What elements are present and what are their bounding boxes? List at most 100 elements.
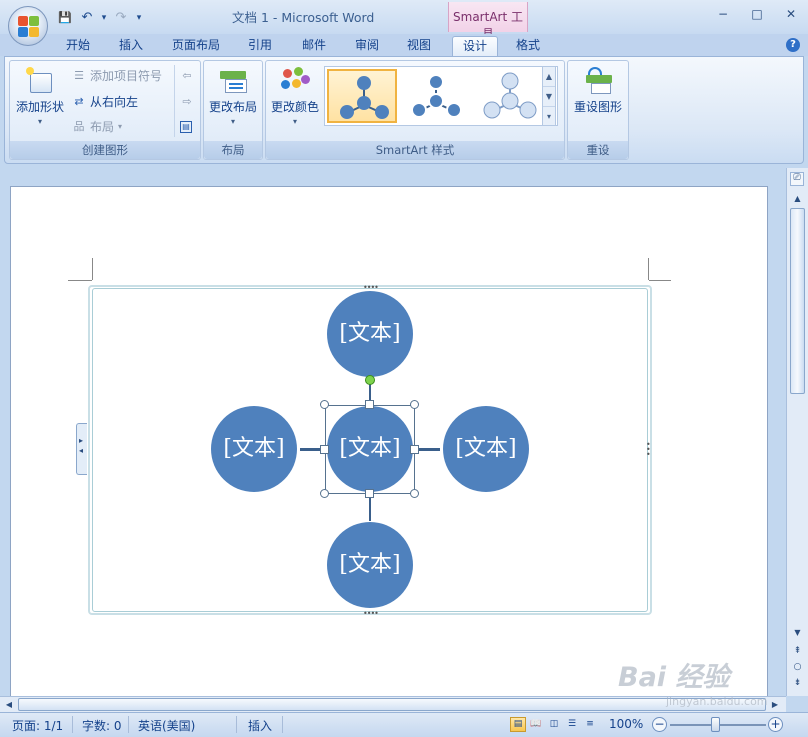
zoom-slider-thumb[interactable] [711,717,720,732]
tab-review[interactable]: 审阅 [347,36,387,56]
demote-button[interactable]: ⇨ [180,93,194,111]
next-page-button[interactable]: ⇟ [790,676,805,690]
right-to-left-label: 从右向左 [90,95,139,109]
undo-dropdown-icon[interactable]: ▾ [100,10,108,26]
crop-mark [648,258,649,280]
full-screen-reading-view-icon[interactable]: 📖 [528,717,544,732]
smartart-style-gallery [324,66,558,126]
help-icon[interactable]: ? [786,38,800,52]
resize-handle-nw[interactable] [320,400,329,409]
close-button[interactable]: ✕ [774,7,808,25]
shape-top[interactable]: [文本] [327,291,413,377]
vertical-scrollbar[interactable]: ⎚ ▲ ▼ ⇞ ○ ⇟ [786,168,808,696]
ruler-toggle-icon[interactable]: ⎚ [790,172,804,186]
scroll-right-button[interactable]: ▶ [768,698,782,711]
create-graphic-group-label: 创建图形 [10,141,200,159]
zoom-in-button[interactable]: + [768,717,783,732]
style-preview-icon [411,74,462,118]
right-to-left-button[interactable]: ⇄ 从右向左 [72,93,138,111]
frame-handle-right[interactable]: • • • [646,441,651,459]
shape-right[interactable]: [文本] [443,406,529,492]
style-thumbnail-white-outline[interactable] [401,69,471,123]
word-count[interactable]: 字数: 0 [82,717,122,734]
smartart-tools-title: SmartArt 工具 [448,2,528,41]
shape-bottom[interactable]: [文本] [327,522,413,608]
scroll-up-button[interactable]: ▲ [790,192,805,206]
resize-handle-n[interactable] [365,400,374,409]
layout-button[interactable]: 品 布局 ▾ [72,118,123,136]
create-graphic-group: 添加形状 ▾ ☰ 添加项目符号 ⇄ 从右向左 品 布局 ▾ ⇦ ⇨ ▤ 创建图形 [9,60,201,160]
page-count[interactable]: 页面: 1/1 [12,717,63,734]
shape-left[interactable]: [文本] [211,406,297,492]
select-browse-object-button[interactable]: ○ [790,660,805,674]
gallery-more-button[interactable]: ▾ [543,107,555,127]
swap-arrows-icon: ⇄ [74,95,84,108]
print-layout-view-icon[interactable]: ▤ [510,717,526,732]
add-bullet-label: 添加项目符号 [90,69,163,83]
scroll-left-button[interactable]: ◀ [2,698,16,711]
resize-handle-sw[interactable] [320,489,329,498]
gallery-down-button[interactable]: ▼ [543,87,555,107]
style-thumbnail-simple[interactable] [327,69,397,123]
change-colors-button[interactable]: 更改颜色 ▾ [268,67,322,126]
text-pane-icon: ▤ [180,121,192,133]
frame-handle-bottom[interactable]: •••• [363,609,379,618]
tab-home[interactable]: 开始 [58,36,98,56]
promote-button[interactable]: ⇦ [180,67,194,85]
rotate-handle[interactable] [365,375,375,385]
office-button[interactable] [8,6,48,46]
reset-graphic-icon [582,67,614,95]
office-logo-icon [18,16,40,38]
scroll-down-button[interactable]: ▼ [790,626,805,640]
maximize-button[interactable]: □ [740,7,774,25]
add-shape-button[interactable]: 添加形状 ▾ [12,67,68,126]
language-indicator[interactable]: 英语(美国) [138,717,195,734]
previous-page-button[interactable]: ⇞ [790,644,805,658]
demote-arrow-icon: ⇨ [182,95,192,108]
web-layout-view-icon[interactable]: ◫ [546,717,562,732]
resize-handle-e[interactable] [410,445,419,454]
tab-insert[interactable]: 插入 [111,36,151,56]
style-thumbnail-subtle[interactable] [475,69,545,123]
org-chart-icon: 品 [73,120,85,133]
tab-design[interactable]: 设计 [452,36,498,56]
zoom-out-button[interactable]: − [652,717,667,732]
redo-icon[interactable]: ↷ [112,10,130,26]
zoom-level[interactable]: 100% [609,717,643,731]
tab-mailings[interactable]: 邮件 [294,36,334,56]
scroll-thumb[interactable] [790,208,805,394]
resize-handle-ne[interactable] [410,400,419,409]
status-bar: 页面: 1/1 字数: 0 英语(美国) 插入 ▤ 📖 ◫ ☰ ≡ 100% −… [0,712,808,737]
reset-graphic-button[interactable]: 重设图形 [570,67,626,115]
bullet-list-icon: ☰ [74,69,84,82]
watermark-url: jingyan.baidu.com [666,695,768,708]
text-pane-toggle[interactable]: ▸ ◂ [76,423,87,475]
ribbon-tabs: 开始 插入 页面布局 引用 邮件 审阅 视图 设计 格式 [0,34,808,56]
draft-view-icon[interactable]: ≡ [582,717,598,732]
customize-qat-icon[interactable]: ▾ [134,10,144,26]
separator [72,716,73,733]
gallery-up-button[interactable]: ▲ [543,67,555,87]
separator [282,716,283,733]
add-bullet-button[interactable]: ☰ 添加项目符号 [72,67,162,85]
undo-icon[interactable]: ↶ [78,10,96,26]
resize-handle-s[interactable] [365,489,374,498]
resize-handle-w[interactable] [320,445,329,454]
layout-label: 布局 [90,120,115,134]
save-icon[interactable]: 💾 [56,10,74,26]
insert-mode[interactable]: 插入 [248,717,272,734]
resize-handle-se[interactable] [410,489,419,498]
tab-references[interactable]: 引用 [240,36,280,56]
add-shape-label: 添加形状 [15,100,64,114]
change-layout-button[interactable]: 更改布局 ▾ [206,67,260,126]
tab-format[interactable]: 格式 [507,36,549,56]
layouts-group: 更改布局 ▾ 布局 [203,60,263,160]
promote-arrow-icon: ⇦ [182,69,192,82]
tab-page-layout[interactable]: 页面布局 [165,36,227,56]
minimize-button[interactable]: − [706,7,740,25]
selection-box [325,405,415,494]
tab-view[interactable]: 视图 [399,36,439,56]
outline-view-icon[interactable]: ☰ [564,717,580,732]
text-pane-button[interactable]: ▤ [180,118,192,136]
separator [128,716,129,733]
